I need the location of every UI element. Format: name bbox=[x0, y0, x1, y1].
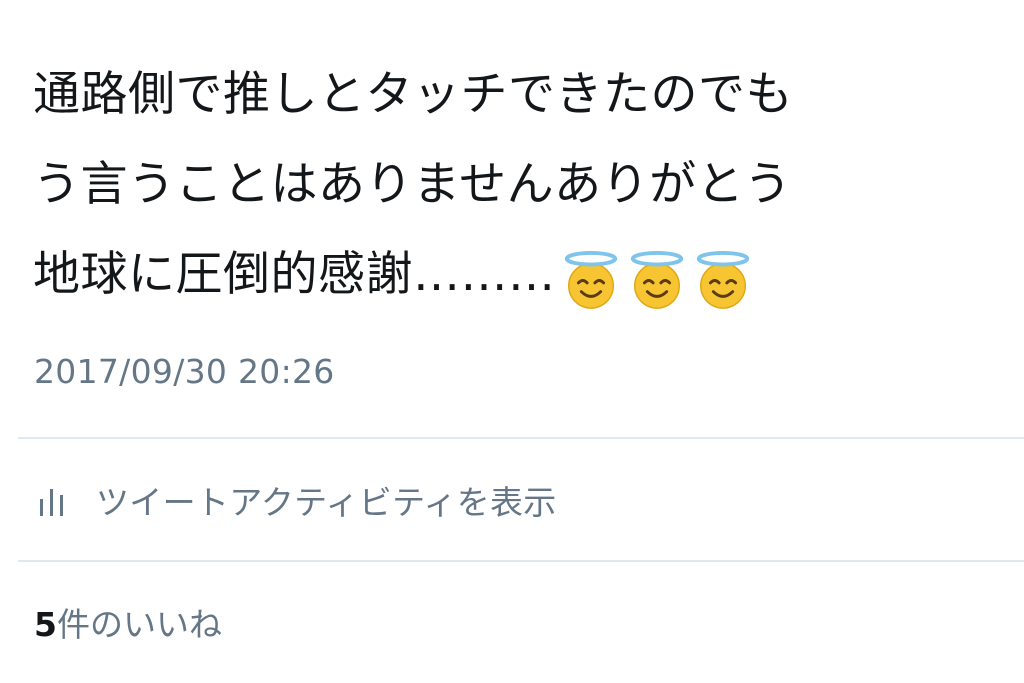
likes-label: 件のいいね bbox=[56, 605, 222, 644]
tweet-text-line-3-text: 地球に圧倒的感謝……… bbox=[33, 247, 556, 302]
tweet-text-line-1: 通路側で推しとタッチできたのでも bbox=[33, 67, 793, 122]
likes-count: 5 bbox=[34, 605, 57, 644]
bar-chart-icon bbox=[40, 489, 63, 516]
view-tweet-activity-button[interactable]: ツイートアクティビティを表示 bbox=[38, 472, 557, 528]
view-tweet-activity-label: ツイートアクティビティを表示 bbox=[96, 483, 557, 522]
divider bbox=[18, 560, 1024, 562]
tweet-timestamp: 2017/09/30 20:26 bbox=[34, 352, 335, 391]
tweet-text: 通路側で推しとタッチできたのでも う言うことはありませんありがとう 地球に圧倒的… bbox=[33, 50, 1018, 320]
tweet-text-line-3: 地球に圧倒的感謝……… bbox=[33, 230, 1018, 320]
smiling-face-with-halo-icon bbox=[630, 250, 683, 309]
smiling-face-with-halo-icon bbox=[564, 250, 617, 309]
emoji-group bbox=[560, 233, 758, 323]
likes-count-link[interactable]: 5件のいいね bbox=[34, 598, 222, 646]
divider bbox=[18, 437, 1024, 439]
smiling-face-with-halo-icon bbox=[696, 250, 749, 309]
tweet-text-line-2: う言うことはありませんありがとう bbox=[33, 157, 792, 212]
